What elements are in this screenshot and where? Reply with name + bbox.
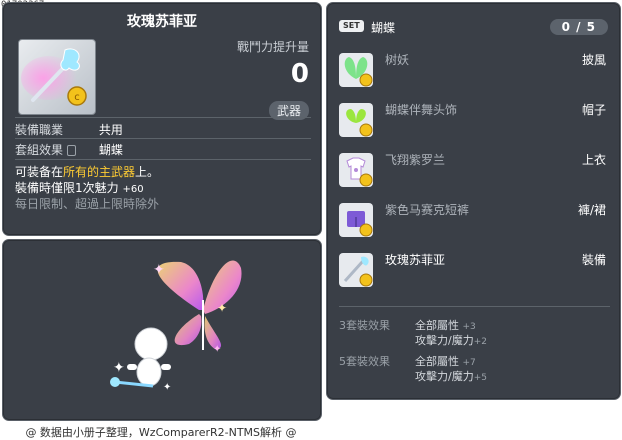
lock-icon — [66, 145, 76, 156]
equip-description: 可装备在所有的主武器上。 — [15, 165, 160, 179]
footer-credit: @ 数据由小册子整理，WzComparerR2-NTMS解析 @ — [25, 426, 297, 439]
character-preview-panel: ✦ ✦ ✦ ✦ ✦ — [2, 239, 322, 421]
set-item-slot: 褲/裙 — [577, 203, 606, 217]
set-item[interactable]: 飞翔紫罗兰 上衣 — [337, 147, 610, 187]
svg-text:✦: ✦ — [163, 382, 171, 393]
item-tooltip-panel: 玫瑰苏菲亚 c 戰鬥力提升量 0 武器 裝備職業 共用 套組效果 蝴蝶 可装备在… — [2, 2, 322, 236]
power-gain-label: 戰鬥力提升量 — [236, 40, 309, 54]
character-preview-image: ✦ ✦ ✦ ✦ ✦ — [110, 260, 242, 393]
set-item-slot: 帽子 — [581, 103, 606, 117]
job-value: 共用 — [98, 123, 123, 137]
set-bonus-3-line2: 攻擊力/魔力+2 — [415, 334, 487, 347]
set-item-name: 玫瑰苏菲亚 — [385, 253, 446, 267]
set-item-name: 蝴蝶伴舞头饰 — [385, 103, 458, 117]
set-item-slot: 上衣 — [581, 153, 606, 167]
shirt-icon — [339, 153, 373, 187]
svg-text:✦: ✦ — [153, 262, 165, 278]
charm-line: 裝備時僅限1次魅力 +60 — [15, 181, 144, 195]
power-gain-value: 0 — [290, 59, 309, 89]
set-item[interactable]: 树妖 披風 — [337, 47, 610, 87]
wand-icon: c — [21, 48, 87, 106]
set-item-slot: 披風 — [581, 53, 606, 67]
butterfly-hat-icon — [339, 103, 373, 137]
divider — [15, 159, 311, 160]
set-bonus-3: 3套裝效果 全部屬性 +3 — [339, 319, 476, 332]
set-info-panel: SET 蝴蝶 0 / 5 树妖 披風 蝴蝶伴舞头饰 帽子 飞翔紫罗兰 上衣 紫色… — [326, 2, 621, 400]
set-item[interactable]: 玫瑰苏菲亚 裝備 — [337, 247, 610, 287]
set-bonus-5-line2: 攻擊力/魔力+5 — [415, 370, 487, 383]
divider — [339, 306, 610, 307]
wand-icon — [339, 253, 373, 287]
svg-text:✦: ✦ — [213, 344, 221, 355]
job-label: 裝備職業 — [15, 123, 64, 137]
svg-text:c: c — [74, 92, 80, 103]
divider — [15, 138, 311, 139]
job-row: 裝備職業 共用 — [15, 121, 123, 138]
shorts-icon — [339, 203, 373, 237]
set-name: 蝴蝶 — [371, 21, 396, 35]
set-value: 蝴蝶 — [98, 143, 123, 157]
set-label: 套組效果 — [15, 141, 95, 158]
item-icon-frame: c — [18, 39, 96, 115]
set-item-slot: 裝備 — [581, 253, 606, 267]
set-item-name: 紫色马赛克短裤 — [385, 203, 470, 217]
set-bonus-5: 5套裝效果 全部屬性 +7 — [339, 355, 476, 368]
limit-line: 每日限制、超過上限時除外 — [15, 197, 160, 211]
svg-text:✦: ✦ — [113, 360, 125, 376]
set-row: 套組效果 蝴蝶 — [15, 141, 123, 158]
set-item[interactable]: 紫色马赛克短裤 褲/裙 — [337, 197, 610, 237]
set-item[interactable]: 蝴蝶伴舞头饰 帽子 — [337, 97, 610, 137]
svg-text:✦: ✦ — [217, 301, 227, 315]
set-item-name: 树妖 — [385, 53, 410, 67]
set-count: 0 / 5 — [549, 19, 608, 35]
wings-icon — [339, 53, 373, 87]
set-item-name: 飞翔紫罗兰 — [385, 153, 446, 167]
set-badge: SET — [339, 20, 364, 32]
divider — [15, 117, 311, 118]
set-header: SET 蝴蝶 0 / 5 — [337, 17, 610, 37]
item-title: 玫瑰苏菲亚 — [127, 14, 197, 30]
